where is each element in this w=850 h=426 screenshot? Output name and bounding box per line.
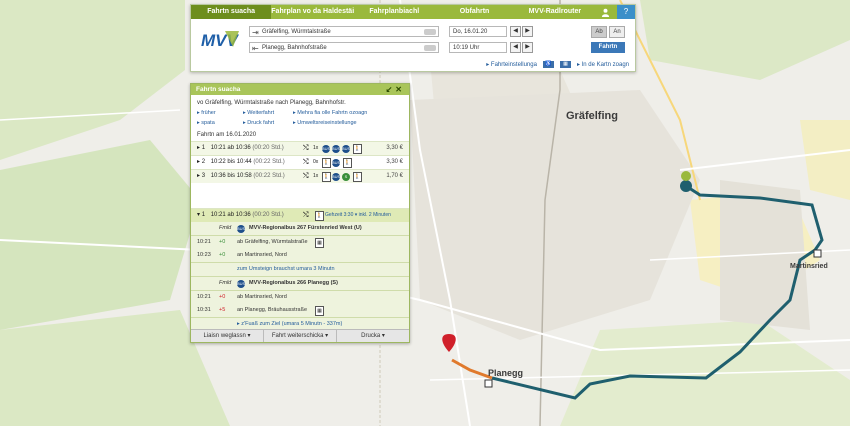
date-prev-button[interactable]: ◀ [510, 26, 521, 37]
origin-field[interactable]: ⇥ Gräfelfing, Würmtalstraße [249, 26, 439, 37]
destination-icon: ⇤ [252, 44, 259, 53]
arrival-toggle[interactable]: An [609, 26, 625, 38]
close-icon[interactable]: ✕ [395, 85, 405, 94]
transfer-icon: ⤭ [303, 145, 309, 152]
walk-icon: 🚶 [322, 158, 331, 168]
bus-icon: BUS [237, 225, 246, 233]
stop-info-icon[interactable]: ▦ [315, 306, 324, 316]
print-button[interactable]: Drucka ▾ [337, 330, 409, 342]
destination-value: Planegg, Bahnhofstraße [262, 45, 327, 51]
time-prev-button[interactable]: ◀ [510, 42, 521, 53]
walk-icon: 🚶 [353, 144, 362, 154]
show-on-map-link[interactable]: ▸ In de Kartn zoagn [577, 61, 629, 68]
stop-icon [484, 379, 493, 388]
connection-detail: ▾ 1 10:21 ab 10:36 (00:20 Std.) ⤭ 🚶 Gehz… [191, 208, 409, 341]
place-label-martinsried: Martinsried [790, 263, 828, 270]
detail-row: 10:21 +0 ab Gräfelfing, Würmtalstraße ▦ [191, 235, 409, 249]
destination-field[interactable]: ⇤ Planegg, Bahnhofstraße [249, 42, 439, 53]
bus-icon: BUS [342, 145, 351, 153]
mvv-logo: MVV [201, 31, 240, 50]
walk-icon: 🚶 [353, 172, 362, 182]
detail-row: Fmld BUS MVV-Regionalbus 267 Fürstenried… [219, 225, 362, 233]
walk-icon: 🚶 [343, 158, 352, 168]
time-next-button[interactable]: ▶ [522, 42, 533, 53]
start-pin [681, 171, 691, 181]
origin-icon: ⇥ [252, 28, 259, 37]
bus-icon: BUS [332, 145, 341, 153]
trip-search-bar: Fahrtn suacha Fahrplan vo da Haldestäi F… [190, 4, 636, 72]
transfer-note: zum Umsteign brauchst umara 3 Minutn [191, 262, 409, 276]
minimize-icon[interactable]: ↙ [386, 85, 396, 94]
bus-icon: BUS [322, 145, 331, 153]
origin-value: Gräfelfing, Würmtalstraße [262, 29, 331, 35]
bus-icon: BUS [332, 159, 341, 167]
panel-title: Fahrtn suacha [196, 86, 241, 93]
main-nav-tabs: Fahrtn suacha Fahrplan vo da Haldestäi F… [191, 5, 635, 19]
connection-row-2[interactable]: ▸ 2 10:22 bis 10:44 (00:22 Std.) ⤭ 0x 🚶 … [191, 155, 409, 169]
route-summary: vo Gräfelfing, Würmtalstraße nach Planeg… [197, 100, 346, 106]
map-icon[interactable]: ▦ [559, 61, 571, 68]
s-bahn-icon: S [342, 173, 350, 181]
date-next-button[interactable]: ▶ [522, 26, 533, 37]
print-link[interactable]: ▸ Druck fahrt [243, 120, 293, 126]
forward-trip-button[interactable]: Fahrt weiterschicka ▾ [264, 330, 337, 342]
walk-icon: 🚶 [322, 172, 331, 182]
transfer-icon: ⤭ [303, 173, 309, 180]
detail-row: Fmld BUS MVV-Regionalbus 266 Planegg (S) [191, 276, 409, 290]
show-all-link[interactable]: ▸ Mehra fia olle Fahrtn ozoagn [293, 110, 403, 116]
omit-connections-button[interactable]: Liaisn weglassn ▾ [191, 330, 264, 342]
place-label-graefelfing: Gräfelfing [566, 110, 618, 122]
user-icon[interactable] [595, 5, 617, 19]
tab-trip-search[interactable]: Fahrtn suacha [191, 5, 272, 19]
transfer-icon: ⤭ [303, 159, 309, 166]
tab-bike-router[interactable]: MVV-Radlrouter [515, 5, 595, 19]
bus-icon: BUS [332, 173, 341, 181]
selected-connection-row[interactable]: ▾ 1 10:21 ab 10:36 (00:20 Std.) ⤭ 🚶 Gehz… [191, 208, 409, 222]
start-marker [680, 180, 692, 192]
tab-station-timetable[interactable]: Fahrplan vo da Haldestäi [271, 5, 354, 19]
clear-origin-button[interactable] [424, 29, 436, 35]
accessibility-icon[interactable]: ♿ [542, 61, 554, 68]
departure-toggle[interactable]: Ab [591, 26, 607, 38]
stop-info-icon[interactable]: ▦ [315, 238, 324, 248]
connection-row-1[interactable]: ▸ 1 10:21 ab 10:36 (00:20 Std.) ⤭ 1x BUS… [191, 141, 409, 155]
detail-row: 10:23 +0 an Martinsried, Nord [197, 252, 287, 258]
time-field[interactable]: 10:19 Uhr [449, 42, 507, 53]
results-panel: Fahrtn suacha ↙✕ vo Gräfelfing, Würmtals… [190, 83, 410, 343]
detail-row: 10:21 +0 ab Martinsried, Nord [191, 290, 409, 304]
panel-links: ▸ früher ▸ Weiterfahrt ▸ Mehra fia olle … [191, 108, 409, 128]
settings-link[interactable]: ▸ Fahrteinstellunga [486, 61, 537, 68]
place-label-planegg: Planegg [488, 368, 524, 378]
panel-header: Fahrtn suacha ↙✕ [191, 84, 409, 95]
search-options: ▸ Fahrteinstellunga ♿ ▦ ▸ In de Kartn zo… [486, 61, 629, 68]
date-field[interactable]: Do, 16.01.20 [449, 26, 507, 37]
connection-row-3[interactable]: ▸ 3 10:36 bis 10:58 (00:22 Std.) ⤭ 1x 🚶 … [191, 169, 409, 183]
later-link[interactable]: ▸ spata [197, 120, 243, 126]
detail-row: 10:31 +5 an Planegg, Bräuhausstraße ▦ [191, 304, 409, 317]
tab-departures[interactable]: Obfahrtn [434, 5, 514, 19]
search-button[interactable]: Fahrtn suacha [591, 42, 625, 61]
continue-link[interactable]: ▸ Weiterfahrt [243, 110, 293, 116]
panel-footer: Liaisn weglassn ▾ Fahrt weiterschicka ▾ … [191, 329, 409, 342]
earlier-link[interactable]: ▸ früher [197, 110, 243, 116]
tab-timetable-book[interactable]: Fahrplanbiachl [354, 5, 434, 19]
help-icon[interactable]: ? [616, 5, 635, 19]
transfer-icon: ⤭ [303, 212, 309, 219]
trip-date: Fahrtn am 16.01.2020 [197, 132, 257, 138]
stop-icon [813, 249, 822, 258]
clear-destination-button[interactable] [424, 45, 436, 51]
environment-link[interactable]: ▸ Umweltsreiseinstellunge [293, 120, 403, 126]
bus-icon: BUS [237, 280, 246, 288]
walk-icon: 🚶 [315, 211, 324, 221]
